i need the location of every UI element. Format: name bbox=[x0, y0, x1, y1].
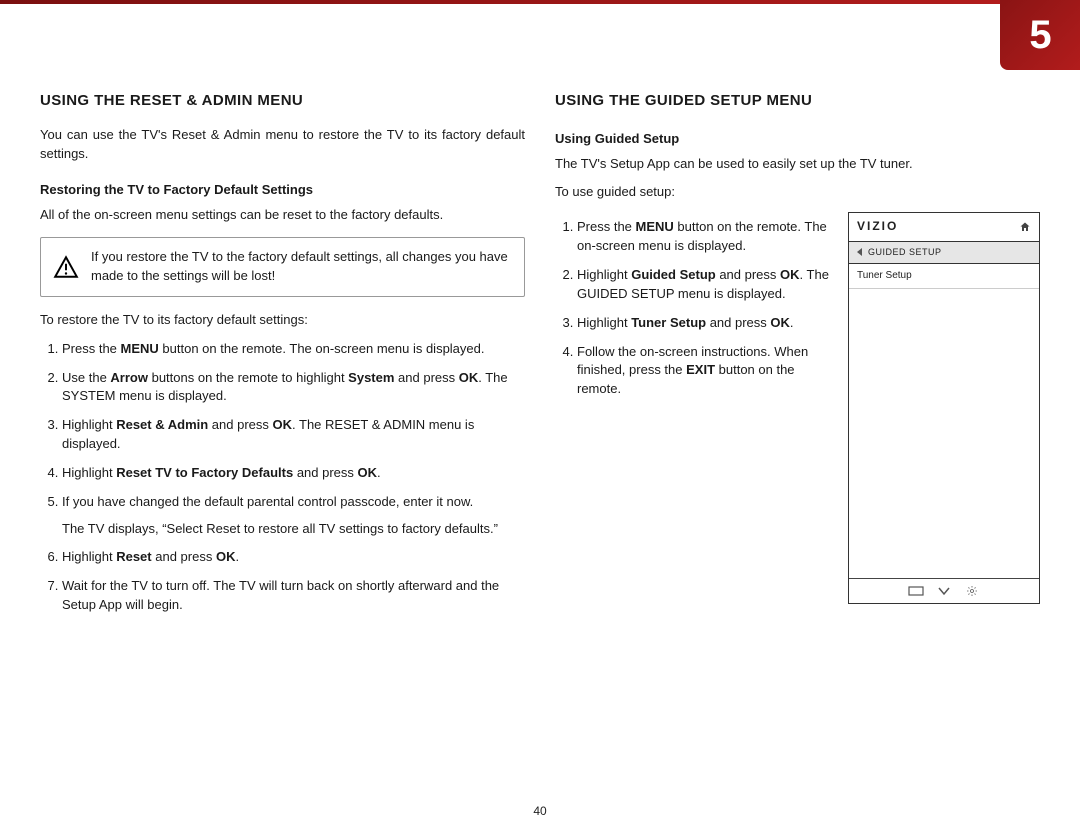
reset-admin-intro: You can use the TV's Reset & Admin menu … bbox=[40, 126, 525, 164]
subheading-factory-defaults: Restoring the TV to Factory Default Sett… bbox=[40, 181, 525, 200]
guided-setup-steps-list: Press the MENU button on the remote. The… bbox=[555, 218, 832, 409]
step-bold: Reset & Admin bbox=[116, 417, 208, 432]
step-bold: OK bbox=[216, 549, 236, 564]
list-item: Highlight Tuner Setup and press OK. bbox=[577, 314, 832, 333]
step-bold: OK bbox=[459, 370, 479, 385]
step-bold: OK bbox=[273, 417, 293, 432]
step-text: and press bbox=[394, 370, 458, 385]
back-triangle-icon bbox=[857, 248, 862, 256]
warning-icon bbox=[53, 254, 79, 280]
step-text: and press bbox=[716, 267, 780, 282]
list-item: Wait for the TV to turn off. The TV will… bbox=[62, 577, 525, 615]
tv-onscreen-menu: VIZIO GUIDED SETUP Tuner Setup bbox=[848, 212, 1040, 604]
step-bold: MENU bbox=[121, 341, 159, 356]
tv-menu-breadcrumb: GUIDED SETUP bbox=[849, 242, 1039, 264]
step-bold: OK bbox=[780, 267, 800, 282]
step-bold: EXIT bbox=[686, 362, 715, 377]
step-text: button on the remote. The on-screen menu… bbox=[159, 341, 485, 356]
tv-menu-body: Tuner Setup bbox=[849, 264, 1039, 579]
list-item: Press the MENU button on the remote. The… bbox=[62, 340, 525, 359]
step-bold: Guided Setup bbox=[631, 267, 716, 282]
step-text: Press the bbox=[577, 219, 636, 234]
step-text: Use the bbox=[62, 370, 110, 385]
list-item: Highlight Reset and press OK. bbox=[62, 548, 525, 567]
step-text: Highlight bbox=[577, 315, 631, 330]
section-heading-reset-admin: USING THE RESET & ADMIN MENU bbox=[40, 90, 525, 112]
tv-brand-label: VIZIO bbox=[857, 218, 898, 235]
step-text: . bbox=[377, 465, 381, 480]
home-icon bbox=[1019, 221, 1031, 233]
step-text: Wait for the TV to turn off. The TV will… bbox=[62, 578, 499, 612]
step-text: and press bbox=[293, 465, 357, 480]
step-bold: MENU bbox=[636, 219, 674, 234]
step-bold: OK bbox=[358, 465, 378, 480]
step-text: buttons on the remote to highlight bbox=[148, 370, 348, 385]
restore-steps-list: Press the MENU button on the remote. The… bbox=[40, 340, 525, 615]
list-item: Use the Arrow buttons on the remote to h… bbox=[62, 369, 525, 407]
step-text: and press bbox=[706, 315, 770, 330]
tv-menu-item-tuner-setup: Tuner Setup bbox=[849, 264, 1039, 290]
section-heading-guided-setup: USING THE GUIDED SETUP MENU bbox=[555, 90, 1040, 112]
list-item: If you have changed the default parental… bbox=[62, 493, 525, 539]
step-text: . bbox=[235, 549, 239, 564]
guided-setup-split: Press the MENU button on the remote. The… bbox=[555, 212, 1040, 604]
restore-lead: To restore the TV to its factory default… bbox=[40, 311, 525, 330]
step-bold: Arrow bbox=[110, 370, 148, 385]
step-bold: OK bbox=[770, 315, 790, 330]
warning-text: If you restore the TV to the factory def… bbox=[91, 249, 508, 283]
page-body: USING THE RESET & ADMIN MENU You can use… bbox=[0, 70, 1080, 834]
step-bold: Tuner Setup bbox=[631, 315, 706, 330]
right-column: USING THE GUIDED SETUP MENU Using Guided… bbox=[555, 90, 1040, 834]
guided-setup-lead: To use guided setup: bbox=[555, 183, 1040, 202]
step-text: If you have changed the default parental… bbox=[62, 494, 473, 509]
tv-menu-breadcrumb-label: GUIDED SETUP bbox=[868, 246, 942, 259]
step-bold: Reset bbox=[116, 549, 151, 564]
list-item: Follow the on-screen instructions. When … bbox=[577, 343, 832, 400]
list-item: Press the MENU button on the remote. The… bbox=[577, 218, 832, 256]
step-text: Press the bbox=[62, 341, 121, 356]
left-column: USING THE RESET & ADMIN MENU You can use… bbox=[40, 90, 525, 834]
list-item: Highlight Reset TV to Factory Defaults a… bbox=[62, 464, 525, 483]
tv-menu-header: VIZIO bbox=[849, 213, 1039, 241]
step-subtext: The TV displays, “Select Reset to restor… bbox=[62, 520, 525, 539]
step-text: and press bbox=[208, 417, 272, 432]
chevron-down-icon bbox=[935, 586, 953, 596]
tv-menu-footer bbox=[849, 578, 1039, 603]
step-text: Highlight bbox=[62, 417, 116, 432]
guided-setup-intro: The TV's Setup App can be used to easily… bbox=[555, 155, 1040, 174]
chapter-top-band bbox=[0, 0, 1000, 4]
step-text: and press bbox=[152, 549, 216, 564]
step-text: Highlight bbox=[577, 267, 631, 282]
chapter-number-tab: 5 bbox=[1000, 0, 1080, 70]
step-text: Highlight bbox=[62, 549, 116, 564]
step-text: Highlight bbox=[62, 465, 116, 480]
list-item: Highlight Reset & Admin and press OK. Th… bbox=[62, 416, 525, 454]
gear-icon bbox=[963, 586, 981, 596]
wide-icon bbox=[907, 586, 925, 596]
step-bold: System bbox=[348, 370, 394, 385]
subheading-using-guided-setup: Using Guided Setup bbox=[555, 130, 1040, 149]
step-bold: Reset TV to Factory Defaults bbox=[116, 465, 293, 480]
page-number: 40 bbox=[0, 803, 1080, 820]
warning-callout: If you restore the TV to the factory def… bbox=[40, 237, 525, 297]
list-item: Highlight Guided Setup and press OK. The… bbox=[577, 266, 832, 304]
factory-defaults-intro: All of the on-screen menu settings can b… bbox=[40, 206, 525, 225]
step-text: . bbox=[790, 315, 794, 330]
